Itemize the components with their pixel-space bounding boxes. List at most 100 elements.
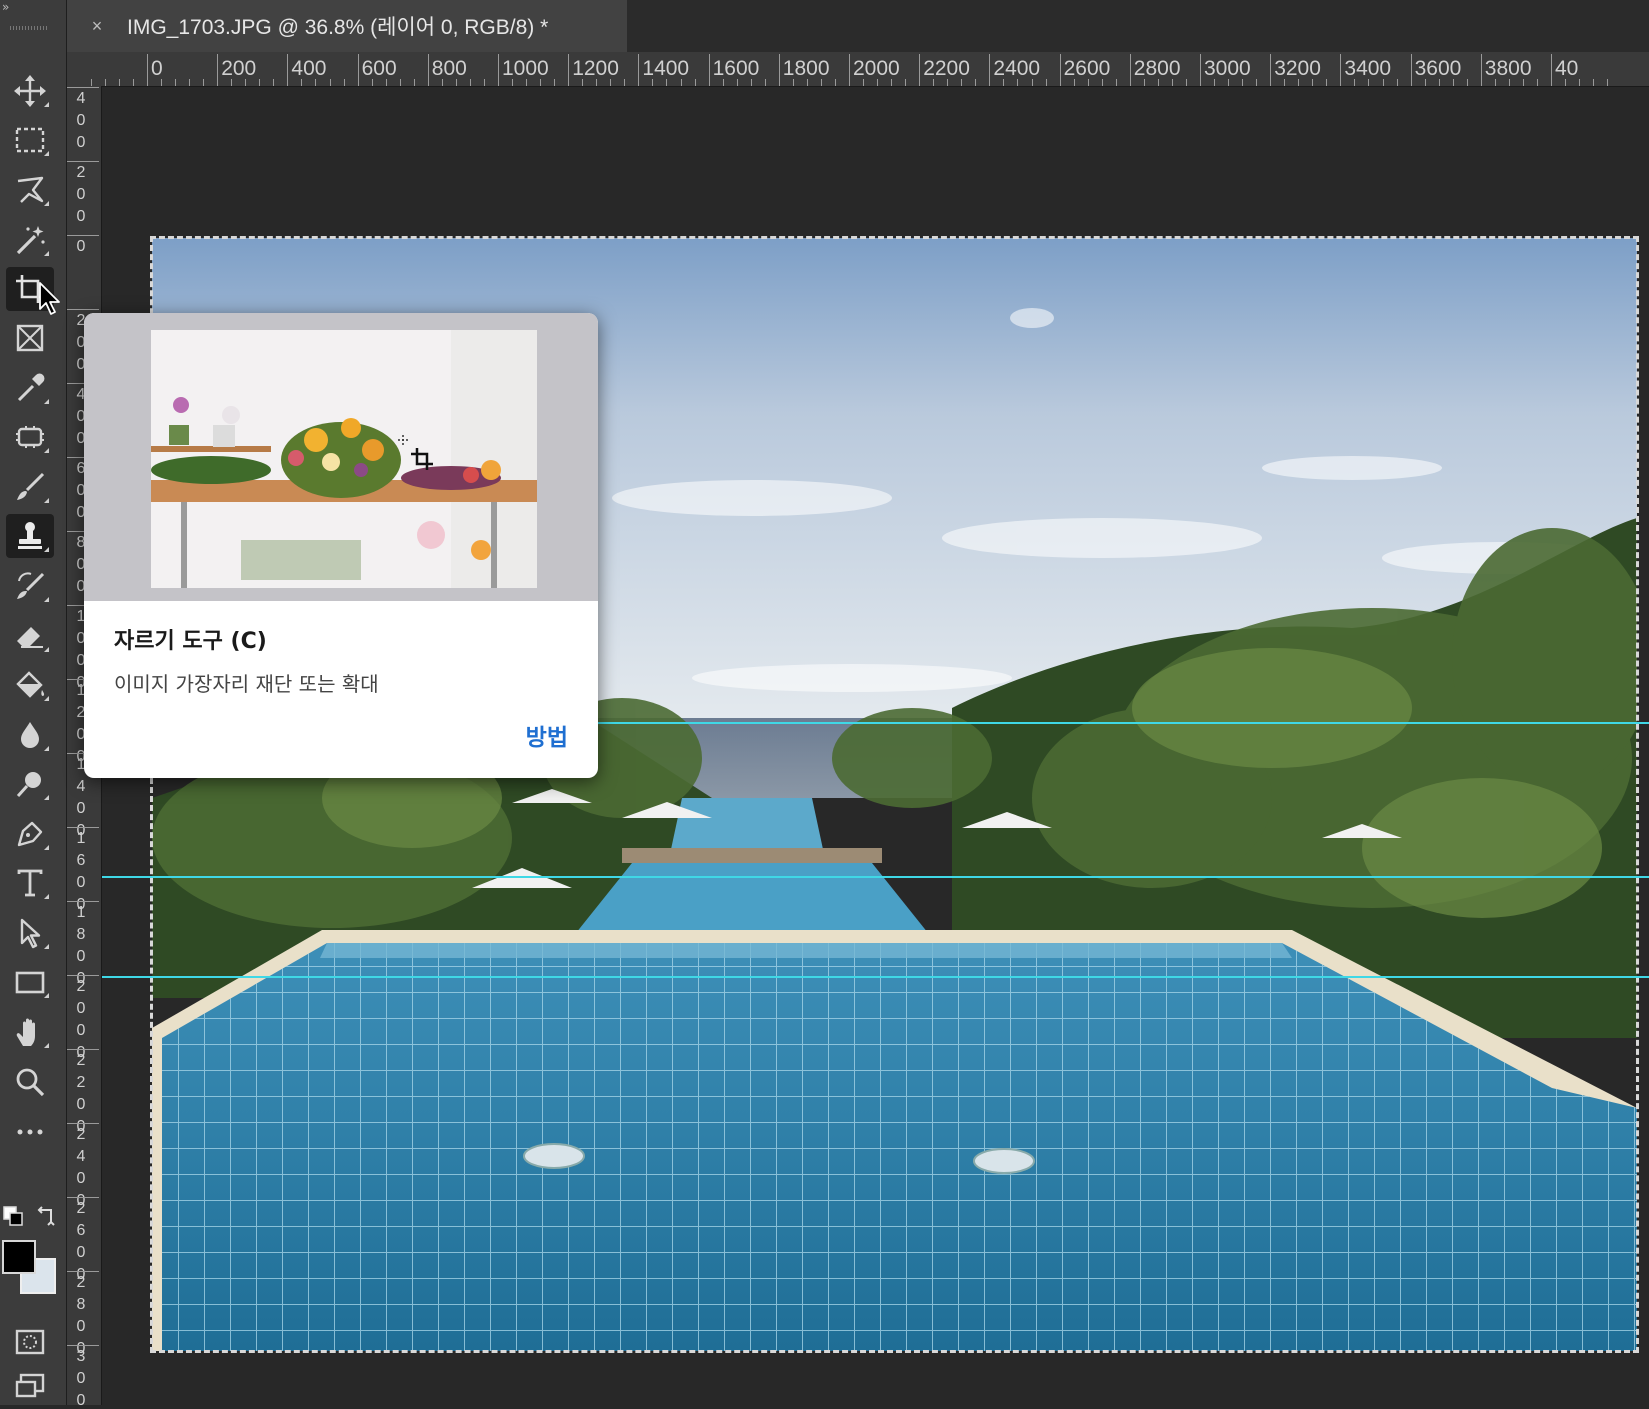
ruler-minor-tick [905,79,907,86]
ruler-label: 2600 [1063,57,1111,80]
ruler-minor-tick [1045,79,1047,86]
ruler-minor-tick [455,79,457,86]
ruler-tick [67,901,99,902]
ruler-label-digit: 2 [76,1274,86,1291]
panel-grip[interactable] [10,26,48,30]
ruler-label-digit: 0 [76,1318,86,1335]
default-colors-icon[interactable] [2,1205,26,1229]
pen-tool[interactable] [6,812,54,856]
ruler-tick [67,827,99,828]
blur-tool[interactable] [6,713,54,757]
lasso-icon [17,176,44,203]
rectangle-tool[interactable] [6,960,54,1004]
path-selection-tool[interactable] [6,911,54,955]
brush-tool[interactable] [6,465,54,509]
ruler-tick [568,54,570,86]
ruler-tick [287,54,289,86]
ruler-minor-tick [1115,79,1117,86]
edit-toolbar[interactable] [6,1110,54,1154]
ruler-label-digit: 2 [76,1074,86,1091]
spot-healing-tool[interactable] [6,415,54,459]
tools-panel: » [0,0,67,1405]
horizontal-ruler[interactable]: 0 200 400 600 800 1000 1200 1400 1600 1800 2000 220… [67,52,1649,87]
learn-how-link[interactable]: 방법 [526,718,568,752]
ruler-label: 1600 [712,57,760,80]
dodge-tool[interactable] [6,762,54,806]
ruler-minor-tick [301,79,303,86]
ruler-minor-tick [1579,79,1581,86]
ruler-minor-tick [806,79,808,86]
ruler-label-digit: 4 [76,1148,86,1165]
ruler-label-digit: 0 [76,134,86,151]
stamp-icon [18,522,42,549]
history-brush-tool[interactable] [6,564,54,608]
eyedropper-icon [17,373,45,402]
ruler-label-digit: 1 [76,904,86,921]
ruler-minor-tick [1017,79,1019,86]
ruler-label-digit: 0 [76,1392,86,1405]
ruler-minor-tick [1565,79,1567,86]
crop-tool-rich-tooltip: 자르기 도구 (C) 이미지 가장자리 재단 또는 확대 방법 [84,313,598,778]
ruler-minor-tick [1452,79,1454,86]
lasso-tool[interactable] [6,168,54,212]
ruler-label-digit: 8 [76,926,86,943]
eyedropper-tool[interactable] [6,366,54,410]
ruler-label: 3200 [1274,57,1321,80]
ruler-tick [989,54,991,86]
ruler-minor-tick [1003,79,1005,86]
quick-mask-button[interactable] [6,1320,54,1364]
history-brush-icon [17,572,45,599]
magic-wand-icon [16,226,45,255]
ruler-minor-tick [175,79,177,86]
ruler-label-digit: 0 [76,1096,86,1113]
foreground-color-swatch[interactable] [2,1240,36,1274]
ruler-minor-tick [610,79,612,86]
ruler-minor-tick [273,79,275,86]
move-tool[interactable] [6,69,54,113]
ruler-label-digit: 2 [76,1200,86,1217]
ruler-minor-tick [343,79,345,86]
screen-mode-button[interactable] [6,1365,54,1409]
ruler-minor-tick [975,79,977,86]
ruler-minor-tick [399,79,401,86]
zoom-tool[interactable] [6,1060,54,1104]
rectangular-marquee-tool[interactable] [6,118,54,162]
ruler-label: 3000 [1204,57,1251,80]
horizontal-guide[interactable] [102,976,1649,978]
ruler-minor-tick [1031,79,1033,86]
ruler-minor-tick [1438,79,1440,86]
document-tab-bar: × IMG_1703.JPG @ 36.8% (레이어 0, RGB/8) * [67,0,1649,52]
brush-icon [17,472,45,500]
ruler-minor-tick [371,79,373,86]
ruler-minor-tick [90,79,92,86]
close-tab-icon[interactable]: × [87,16,107,37]
eraser-tool[interactable] [6,614,54,658]
ruler-tick [67,1197,99,1198]
ruler-minor-tick [526,79,528,86]
type-tool[interactable] [6,861,54,905]
type-icon [17,869,43,897]
ruler-minor-tick [1522,79,1524,86]
collapse-panel-icon[interactable]: » [2,0,9,14]
hand-tool[interactable] [6,1010,54,1054]
ruler-minor-tick [1326,79,1328,86]
ruler-label: 1800 [782,57,830,80]
ruler-minor-tick [1593,79,1595,86]
ruler-minor-tick [1298,79,1300,86]
ruler-label-digit: 0 [76,948,86,965]
swap-colors-icon[interactable] [34,1205,58,1229]
ruler-label-digit: 0 [76,874,86,891]
ruler-minor-tick [469,79,471,86]
document-tab[interactable]: × IMG_1703.JPG @ 36.8% (레이어 0, RGB/8) * [67,0,627,52]
ruler-tick [67,1123,99,1124]
blur-drop-icon [21,722,39,748]
clone-stamp-tool[interactable] [6,514,54,558]
horizontal-guide[interactable] [102,876,1649,878]
ruler-minor-tick [1466,79,1468,86]
mouse-cursor-icon [39,282,60,315]
frame-tool[interactable] [6,316,54,360]
ruler-minor-tick [624,79,626,86]
magic-wand-tool[interactable] [6,218,54,262]
ruler-label-digit: 0 [76,800,86,817]
paint-bucket-tool[interactable] [6,663,54,707]
